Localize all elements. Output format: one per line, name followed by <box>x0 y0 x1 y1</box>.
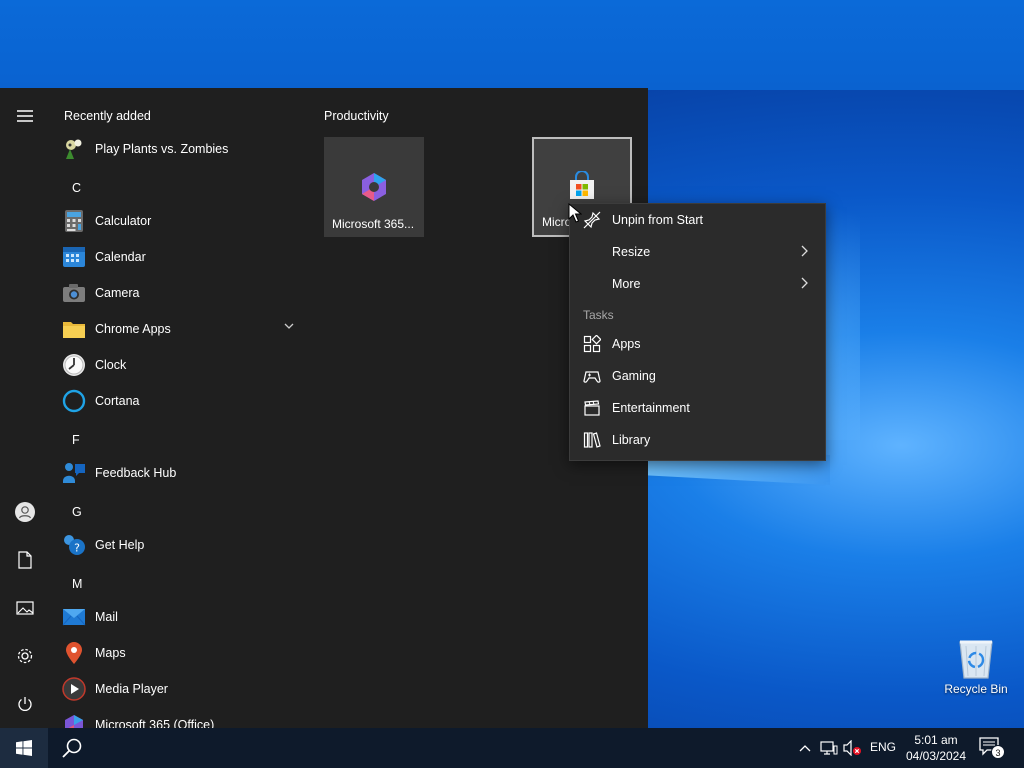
app-item-maps[interactable]: Maps <box>62 636 302 670</box>
app-item-microsoft-365[interactable]: Microsoft 365 (Office) <box>62 708 302 728</box>
taskbar: ENG 5:01 am 04/03/2024 3 <box>0 728 1024 768</box>
document-icon <box>18 551 32 569</box>
pictures-button[interactable] <box>0 588 50 628</box>
app-item-camera[interactable]: Camera <box>62 276 302 310</box>
unpin-icon <box>583 211 601 229</box>
letter-header-c[interactable]: C <box>72 181 81 195</box>
windows-logo-icon <box>16 740 32 756</box>
menu-item-gaming[interactable]: Gaming <box>570 360 825 392</box>
power-button[interactable] <box>0 684 50 724</box>
camera-icon <box>62 281 86 305</box>
app-item-clock[interactable]: Clock <box>62 348 302 382</box>
pictures-icon <box>16 601 34 615</box>
start-rail <box>0 88 50 728</box>
documents-button[interactable] <box>0 540 50 580</box>
media-player-icon <box>62 677 86 701</box>
chevron-down-icon[interactable] <box>284 322 294 330</box>
recycle-bin[interactable]: Recycle Bin <box>938 636 1014 696</box>
letter-header-f[interactable]: F <box>72 433 80 447</box>
power-icon <box>18 697 32 711</box>
gamepad-icon <box>583 371 601 383</box>
letter-header-m[interactable]: M <box>72 577 82 591</box>
recently-added-header: Recently added <box>64 109 151 123</box>
calculator-icon <box>62 209 86 233</box>
network-icon <box>820 741 838 755</box>
app-list[interactable]: Recently added Play Plants vs. Zombies C… <box>50 88 312 728</box>
input-language-indicator[interactable]: ENG <box>870 740 896 754</box>
app-item-mail[interactable]: Mail <box>62 600 302 634</box>
chevron-right-icon <box>801 245 808 257</box>
tile-label: Microsoft 365... <box>332 217 415 231</box>
tile-context-menu: Unpin from Start Resize More Tasks Apps … <box>569 203 826 461</box>
app-item-chrome-apps[interactable]: Chrome Apps <box>62 312 302 346</box>
mail-icon <box>62 605 86 629</box>
show-hidden-icons-button[interactable] <box>797 738 813 758</box>
hamburger-menu-button[interactable] <box>0 96 50 136</box>
search-button[interactable] <box>50 728 94 768</box>
folder-icon <box>62 317 86 341</box>
action-center-button[interactable]: 3 <box>978 736 1006 760</box>
tile-group-title[interactable]: Productivity <box>324 109 389 123</box>
clock-icon <box>62 353 86 377</box>
desktop-wallpaper-top <box>0 0 1024 90</box>
user-avatar-icon <box>15 502 35 522</box>
network-button[interactable] <box>820 738 838 758</box>
clapperboard-icon <box>584 400 600 416</box>
tasks-section-header: Tasks <box>583 308 614 322</box>
menu-item-unpin-from-start[interactable]: Unpin from Start <box>570 204 825 236</box>
tile-microsoft-365[interactable]: Microsoft 365... <box>324 137 424 237</box>
chevron-right-icon <box>801 277 808 289</box>
cortana-icon <box>62 389 86 413</box>
search-icon <box>62 738 82 758</box>
app-item-calendar[interactable]: Calendar <box>62 240 302 274</box>
app-item-media-player[interactable]: Media Player <box>62 672 302 706</box>
get-help-icon: ? <box>62 533 86 557</box>
maps-icon <box>62 641 86 665</box>
menu-item-entertainment[interactable]: Entertainment <box>570 392 825 424</box>
clock-date: 04/03/2024 <box>905 749 967 763</box>
letter-header-g[interactable]: G <box>72 505 82 519</box>
volume-muted-icon <box>843 740 861 756</box>
feedback-hub-icon <box>62 461 86 485</box>
app-item-calculator[interactable]: Calculator <box>62 204 302 238</box>
library-icon <box>583 432 601 448</box>
recycle-bin-icon <box>959 640 993 679</box>
menu-item-more[interactable]: More <box>570 268 825 300</box>
menu-item-apps[interactable]: Apps <box>570 328 825 360</box>
notification-count-badge: 3 <box>991 745 1005 759</box>
chevron-up-icon <box>799 745 811 752</box>
apps-icon <box>583 335 601 353</box>
hamburger-icon <box>17 110 33 122</box>
microsoft-365-icon <box>362 173 386 201</box>
settings-button[interactable] <box>0 636 50 676</box>
recycle-bin-label: Recycle Bin <box>944 682 1008 696</box>
microsoft-store-icon <box>570 171 594 199</box>
gear-icon <box>17 648 33 664</box>
microsoft-365-icon <box>62 713 86 728</box>
clock-time: 5:01 am <box>914 733 958 747</box>
menu-item-resize[interactable]: Resize <box>570 236 825 268</box>
svg-text:?: ? <box>74 542 80 555</box>
volume-button[interactable] <box>843 738 863 758</box>
mouse-pointer-icon <box>568 203 582 223</box>
app-item-cortana[interactable]: Cortana <box>62 384 302 418</box>
start-menu: Recently added Play Plants vs. Zombies C… <box>0 88 648 728</box>
app-item-plants-vs-zombies[interactable]: Play Plants vs. Zombies <box>62 132 302 166</box>
start-button[interactable] <box>0 728 48 768</box>
menu-item-library[interactable]: Library <box>570 424 825 456</box>
clock-button[interactable]: 5:01 am 04/03/2024 <box>900 732 972 764</box>
calendar-icon <box>62 245 86 269</box>
plants-vs-zombies-icon <box>62 137 86 161</box>
user-account-button[interactable] <box>0 492 50 532</box>
app-item-feedback-hub[interactable]: Feedback Hub <box>62 456 302 490</box>
app-item-get-help[interactable]: ? Get Help <box>62 528 302 562</box>
